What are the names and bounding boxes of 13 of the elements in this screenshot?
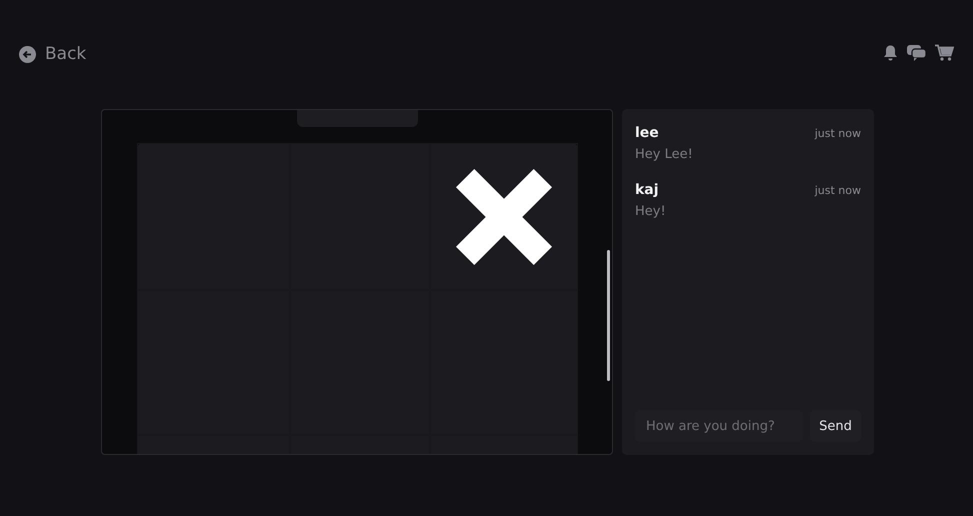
message-time: just now — [814, 184, 861, 197]
send-button[interactable]: Send — [810, 410, 861, 442]
back-link[interactable]: Back — [19, 44, 86, 64]
cart-icon[interactable] — [935, 44, 954, 61]
message-author: kaj — [635, 182, 659, 198]
message-text: Hey Lee! — [635, 147, 694, 162]
cross-icon — [456, 168, 552, 264]
message-text: Hey! — [635, 204, 667, 219]
message-time: just now — [814, 127, 861, 140]
bell-icon[interactable] — [882, 44, 899, 61]
message-author: lee — [635, 125, 659, 141]
chat-bubbles-icon[interactable] — [907, 44, 927, 61]
scrollbar[interactable] — [607, 250, 610, 381]
